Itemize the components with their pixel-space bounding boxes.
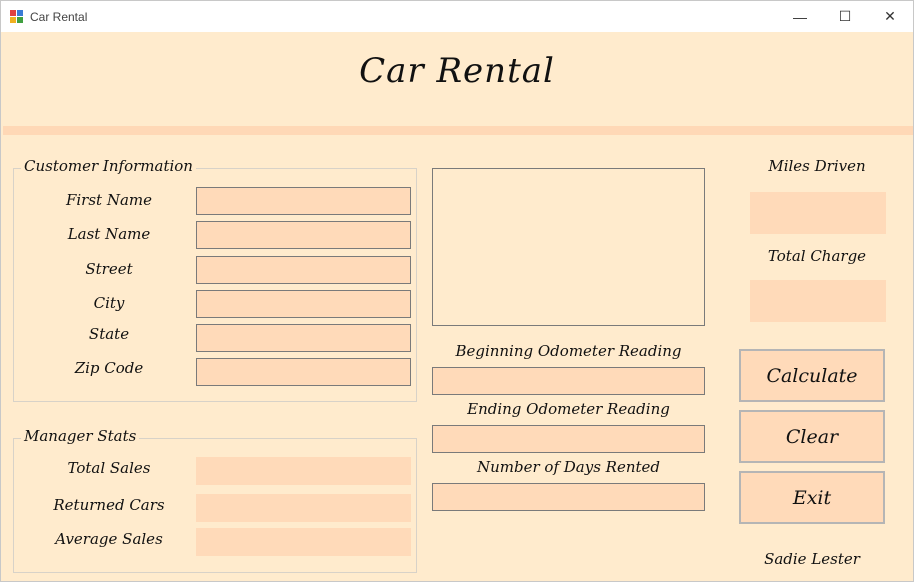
miles-driven-output <box>750 192 886 234</box>
days-rented-label: Number of Days Rented <box>476 458 661 476</box>
first-name-label: First Name <box>65 191 153 209</box>
city-label: City <box>93 294 125 312</box>
total-charge-output <box>750 280 886 322</box>
page-title: Car Rental <box>359 51 555 91</box>
days-rented-input[interactable] <box>432 483 705 511</box>
close-icon: ✕ <box>884 8 896 24</box>
title-bar: Car Rental — ☐ ✕ <box>1 1 913 32</box>
app-icon <box>10 10 23 23</box>
customer-info-legend: Customer Information <box>21 157 196 175</box>
calculate-button[interactable]: Calculate <box>739 349 885 402</box>
window-title: Car Rental <box>30 10 88 24</box>
miles-driven-label: Miles Driven <box>768 157 866 175</box>
minimize-icon: — <box>793 8 807 25</box>
last-name-input[interactable] <box>196 221 411 249</box>
zip-code-label: Zip Code <box>74 359 144 377</box>
first-name-input[interactable] <box>196 187 411 215</box>
manager-stats-legend: Manager Stats <box>21 427 140 445</box>
average-sales-label: Average Sales <box>55 530 163 548</box>
street-label: Street <box>85 260 133 278</box>
returned-cars-output <box>196 494 411 522</box>
exit-button[interactable]: Exit <box>739 471 885 524</box>
total-sales-output <box>196 457 411 485</box>
state-label: State <box>88 325 130 343</box>
ending-odometer-label: Ending Odometer Reading <box>467 400 670 418</box>
ending-odometer-input[interactable] <box>432 425 705 453</box>
total-sales-label: Total Sales <box>67 459 151 477</box>
clear-button[interactable]: Clear <box>739 410 885 463</box>
last-name-label: Last Name <box>67 225 151 243</box>
maximize-button[interactable]: ☐ <box>822 1 868 32</box>
receipt-listbox[interactable] <box>432 168 705 326</box>
maximize-icon: ☐ <box>838 8 852 24</box>
app-window: Car Rental — ☐ ✕ Car Rental Customer Inf… <box>0 0 914 582</box>
returned-cars-label: Returned Cars <box>53 496 165 514</box>
close-button[interactable]: ✕ <box>867 1 913 32</box>
average-sales-output <box>196 528 411 556</box>
author-label: Sadie Lester <box>764 550 860 568</box>
state-input[interactable] <box>196 324 411 352</box>
minimize-button[interactable]: — <box>777 1 823 32</box>
total-charge-label: Total Charge <box>767 247 867 265</box>
street-input[interactable] <box>196 256 411 284</box>
beginning-odometer-label: Beginning Odometer Reading <box>455 342 682 360</box>
zip-code-input[interactable] <box>196 358 411 386</box>
city-input[interactable] <box>196 290 411 318</box>
beginning-odometer-input[interactable] <box>432 367 705 395</box>
header-divider <box>3 126 913 135</box>
